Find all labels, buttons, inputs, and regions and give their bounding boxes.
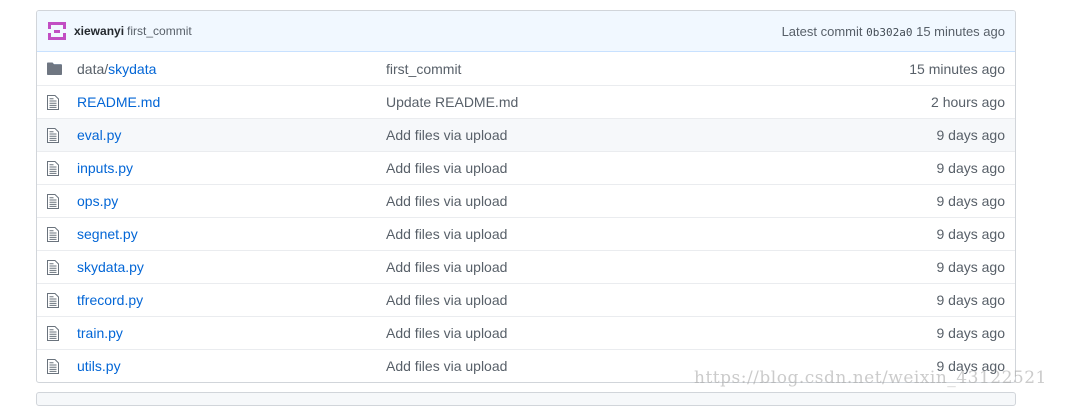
- file-name-link[interactable]: tfrecord.py: [77, 292, 143, 308]
- commit-sha-link[interactable]: 0b302a0: [866, 26, 912, 39]
- file-row[interactable]: inputs.py Add files via upload 9 days ago: [37, 151, 1015, 184]
- commit-message-link[interactable]: Add files via upload: [386, 259, 805, 275]
- file-row[interactable]: train.py Add files via upload 9 days ago: [37, 316, 1015, 349]
- file-icon: [37, 259, 77, 275]
- latest-commit-label: Latest commit: [781, 23, 863, 39]
- file-row[interactable]: eval.py Add files via upload 9 days ago: [37, 118, 1015, 151]
- commit-age: 9 days ago: [936, 226, 1006, 242]
- file-name-cell: train.py: [77, 325, 386, 341]
- file-row[interactable]: ops.py Add files via upload 9 days ago: [37, 184, 1015, 217]
- file-row[interactable]: README.md Update README.md 2 hours ago: [37, 85, 1015, 118]
- commit-message-link[interactable]: first_commit: [386, 61, 805, 77]
- file-name-cell: inputs.py: [77, 160, 386, 176]
- commit-meta: Latest commit 0b302a0 15 minutes ago: [782, 24, 1005, 39]
- commit-age: 9 days ago: [936, 325, 1006, 341]
- commit-message-link[interactable]: Add files via upload: [386, 292, 805, 308]
- file-icon: [37, 226, 77, 242]
- latest-commit-bar: xiewanyi first_commit Latest commit 0b30…: [37, 11, 1015, 52]
- file-name-cell: tfrecord.py: [77, 292, 386, 308]
- commit-age: 15 minutes ago: [916, 23, 1005, 39]
- commit-age: 9 days ago: [936, 259, 1006, 275]
- readme-box-edge: [36, 392, 1016, 406]
- commit-age: 9 days ago: [936, 292, 1006, 308]
- file-name-link[interactable]: segnet.py: [77, 226, 138, 242]
- file-row[interactable]: skydata.py Add files via upload 9 days ago: [37, 250, 1015, 283]
- commit-age: 9 days ago: [936, 127, 1006, 143]
- commit-message-link[interactable]: Add files via upload: [386, 325, 805, 341]
- commit-message-link[interactable]: Add files via upload: [386, 226, 805, 242]
- commit-age: 15 minutes ago: [909, 60, 1005, 77]
- file-name-link[interactable]: skydata: [108, 61, 156, 77]
- file-name-link[interactable]: inputs.py: [77, 160, 133, 176]
- file-name-cell: ops.py: [77, 193, 386, 209]
- file-path-prefix[interactable]: data/: [77, 61, 108, 77]
- file-list: data/skydata first_commit 15 minutes ago RE…: [37, 52, 1015, 382]
- commit-message-link[interactable]: Add files via upload: [386, 160, 805, 176]
- commit-age: 9 days ago: [936, 193, 1006, 209]
- file-name-cell: utils.py: [77, 358, 386, 374]
- file-icon: [37, 94, 77, 110]
- file-browser: xiewanyi first_commit Latest commit 0b30…: [36, 10, 1016, 383]
- commit-age: 9 days ago: [936, 160, 1006, 176]
- file-icon: [37, 325, 77, 341]
- file-name-cell: data/skydata: [77, 61, 386, 77]
- commit-message-link[interactable]: first_commit: [127, 24, 192, 38]
- file-icon: [37, 358, 77, 374]
- file-icon: [37, 127, 77, 143]
- file-icon: [37, 193, 77, 209]
- file-name-cell: README.md: [77, 94, 386, 110]
- file-icon: [37, 292, 77, 308]
- folder-icon: [37, 62, 77, 75]
- file-row[interactable]: tfrecord.py Add files via upload 9 days ag…: [37, 283, 1015, 316]
- commit-age: 2 hours ago: [931, 94, 1005, 110]
- commit-message-link[interactable]: Update README.md: [386, 94, 805, 110]
- commit-message-link[interactable]: Add files via upload: [386, 127, 805, 143]
- author-avatar[interactable]: [48, 22, 66, 40]
- file-name-link[interactable]: train.py: [77, 325, 123, 341]
- commit-message-link[interactable]: Add files via upload: [386, 193, 805, 209]
- file-icon: [37, 160, 77, 176]
- file-name-link[interactable]: eval.py: [77, 127, 121, 143]
- file-row[interactable]: segnet.py Add files via upload 9 days ago: [37, 217, 1015, 250]
- file-name-link[interactable]: README.md: [77, 94, 160, 110]
- file-name-link[interactable]: skydata.py: [77, 259, 144, 275]
- watermark: https://blog.csdn.net/weixin_43122521: [694, 368, 1047, 388]
- file-name-cell: skydata.py: [77, 259, 386, 275]
- file-name-cell: segnet.py: [77, 226, 386, 242]
- file-name-link[interactable]: ops.py: [77, 193, 118, 209]
- file-name-cell: eval.py: [77, 127, 386, 143]
- file-row[interactable]: data/skydata first_commit 15 minutes ago: [37, 52, 1015, 85]
- commit-author-link[interactable]: xiewanyi: [74, 24, 124, 38]
- file-name-link[interactable]: utils.py: [77, 358, 121, 374]
